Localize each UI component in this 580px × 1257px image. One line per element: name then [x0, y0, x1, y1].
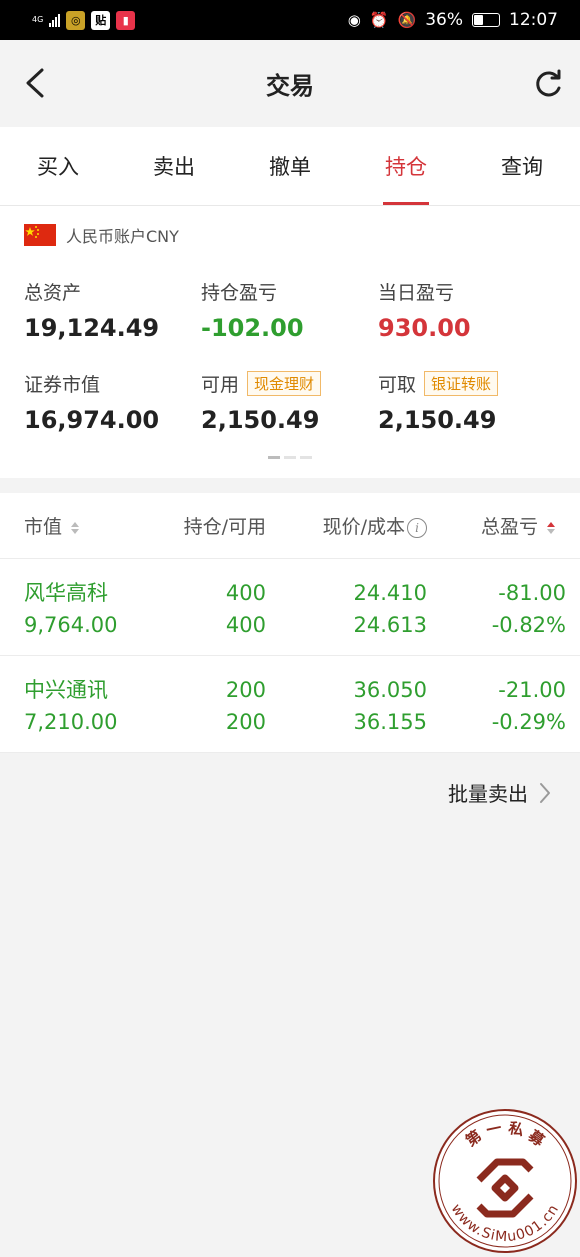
price-cell: 36.050 36.155 — [266, 674, 427, 752]
network-indicator: 4G — [32, 16, 43, 24]
china-flag-icon — [24, 224, 56, 246]
batch-sell-label: 批量卖出 — [448, 782, 528, 806]
cost-price: 24.613 — [353, 613, 427, 637]
sort-desc-icon — [547, 521, 555, 534]
position-pnl-label: 持仓盈亏 — [201, 281, 278, 304]
total-pnl-pct: -0.29% — [491, 710, 566, 734]
position-pnl-value: -102.00 — [201, 314, 304, 342]
header-total-pnl-label: 总盈亏 — [480, 516, 538, 538]
stock-name: 中兴通讯 — [24, 678, 108, 702]
page-title: 交易 — [266, 72, 314, 100]
account-stats: 总资产 19,124.49 持仓盈亏 -102.00 当日盈亏 930.00 证… — [24, 278, 556, 434]
mute-bell-icon: 🔕 — [397, 11, 417, 29]
app-notification-icon: ◎ — [66, 10, 86, 30]
tab-buy[interactable]: 买入 — [0, 127, 116, 205]
current-price: 24.410 — [353, 581, 427, 605]
stat-daily-pnl: 当日盈亏 930.00 — [378, 278, 556, 343]
withdrawable-label-row: 可取 银证转账 — [378, 370, 556, 396]
withdrawable-value: 2,150.49 — [378, 406, 497, 434]
stat-market-value: 证券市值 16,974.00 — [24, 370, 201, 435]
book-app-icon: ▮ — [116, 10, 136, 30]
signal-icon — [49, 13, 61, 27]
table-row[interactable]: 风华高科 9,764.00 400 400 24.410 24.613 -81.… — [0, 559, 580, 656]
price-cell: 24.410 24.613 — [266, 577, 427, 655]
stock-market-value: 7,210.00 — [24, 710, 118, 734]
tab-sell[interactable]: 卖出 — [116, 127, 232, 205]
header-market-value[interactable]: 市值 — [24, 512, 158, 539]
total-assets-value: 19,124.49 — [24, 314, 160, 342]
status-left: 4G ◎ 贴 ▮ — [32, 10, 136, 30]
stock-market-value: 9,764.00 — [24, 613, 118, 637]
sticker-app-icon: 贴 — [91, 10, 111, 30]
alarm-icon: ⏰ — [369, 11, 389, 29]
stat-withdrawable: 可取 银证转账 2,150.49 — [378, 370, 556, 434]
cost-price: 36.155 — [353, 710, 427, 734]
eye-comfort-icon: ◉ — [347, 11, 361, 29]
daily-pnl-label: 当日盈亏 — [378, 281, 455, 304]
battery-icon — [472, 13, 500, 27]
pnl-cell: -21.00 -0.29% — [427, 674, 566, 752]
refresh-icon[interactable] — [532, 68, 564, 100]
cash-management-button[interactable]: 现金理财 — [247, 370, 322, 396]
pnl-cell: -81.00 -0.82% — [427, 577, 566, 655]
info-icon[interactable]: i — [407, 517, 427, 538]
page-dot — [300, 456, 312, 459]
status-bar: 4G ◎ 贴 ▮ ◉ ⏰ 🔕 36% 12:07 — [0, 0, 580, 40]
tab-positions[interactable]: 持仓 — [348, 127, 464, 205]
stock-cell: 风华高科 9,764.00 — [24, 577, 158, 655]
total-assets-label: 总资产 — [24, 281, 82, 304]
market-value-value: 16,974.00 — [24, 406, 160, 434]
tab-query[interactable]: 查询 — [464, 127, 580, 205]
sort-icon — [71, 521, 80, 534]
available-qty: 400 — [225, 613, 266, 637]
header-position: 持仓/可用 — [183, 516, 266, 538]
page-dot — [284, 456, 296, 459]
status-right: ◉ ⏰ 🔕 36% 12:07 — [348, 10, 558, 30]
position-qty: 400 — [225, 581, 266, 605]
account-header: 人民币账户CNY — [24, 222, 556, 248]
batch-sell-button[interactable]: 批量卖出 — [448, 778, 552, 807]
withdrawable-label: 可取 — [378, 373, 417, 396]
trade-tabs: 买入 卖出 撤单 持仓 查询 — [0, 127, 580, 206]
header-price-cost: 现价/成本 i — [266, 512, 427, 539]
available-value: 2,150.49 — [201, 406, 320, 434]
stat-total-assets: 总资产 19,124.49 — [24, 278, 201, 343]
table-header: 市值 持仓/可用 现价/成本 i 总盈亏 — [0, 493, 580, 559]
clock: 12:07 — [509, 10, 558, 30]
header-price-cost-label: 现价/成本 — [322, 516, 405, 538]
stock-name: 风华高科 — [24, 581, 108, 605]
battery-percent: 36% — [425, 10, 463, 30]
available-label-row: 可用 现金理财 — [201, 370, 378, 396]
tab-cancel-order[interactable]: 撤单 — [232, 127, 348, 205]
nav-bar: 交易 — [0, 40, 580, 127]
stat-position-pnl: 持仓盈亏 -102.00 — [201, 278, 378, 343]
account-name: 人民币账户CNY — [66, 227, 179, 246]
position-qty: 200 — [225, 678, 266, 702]
account-summary: 人民币账户CNY 总资产 19,124.49 持仓盈亏 -102.00 当日盈亏… — [0, 206, 580, 478]
stock-cell: 中兴通讯 7,210.00 — [24, 674, 158, 752]
back-arrow-icon[interactable] — [22, 66, 52, 100]
section-gap — [0, 478, 580, 493]
daily-pnl-value: 930.00 — [378, 314, 471, 342]
network-type: 4G — [32, 15, 44, 24]
page-indicator — [24, 456, 556, 459]
header-market-value-label: 市值 — [24, 516, 63, 538]
available-qty: 200 — [225, 710, 266, 734]
position-cell: 200 200 — [158, 674, 266, 752]
chevron-right-icon — [540, 782, 550, 803]
total-pnl: -81.00 — [498, 581, 566, 605]
available-label: 可用 — [201, 373, 240, 396]
positions-table: 市值 持仓/可用 现价/成本 i 总盈亏 风华高科 9,764.00 400 40… — [0, 493, 580, 753]
watermark-logo: 第 一 私 募 www.SiMu001.cn — [433, 1109, 577, 1253]
bank-transfer-button[interactable]: 银证转账 — [424, 370, 499, 396]
header-total-pnl[interactable]: 总盈亏 — [427, 512, 556, 539]
total-pnl: -21.00 — [498, 678, 566, 702]
total-pnl-pct: -0.82% — [491, 613, 566, 637]
current-price: 36.050 — [353, 678, 427, 702]
stat-available: 可用 现金理财 2,150.49 — [201, 370, 378, 434]
market-value-label: 证券市值 — [24, 373, 101, 396]
page-dot-active — [268, 456, 280, 459]
table-row[interactable]: 中兴通讯 7,210.00 200 200 36.050 36.155 -21.… — [0, 656, 580, 753]
position-cell: 400 400 — [158, 577, 266, 655]
